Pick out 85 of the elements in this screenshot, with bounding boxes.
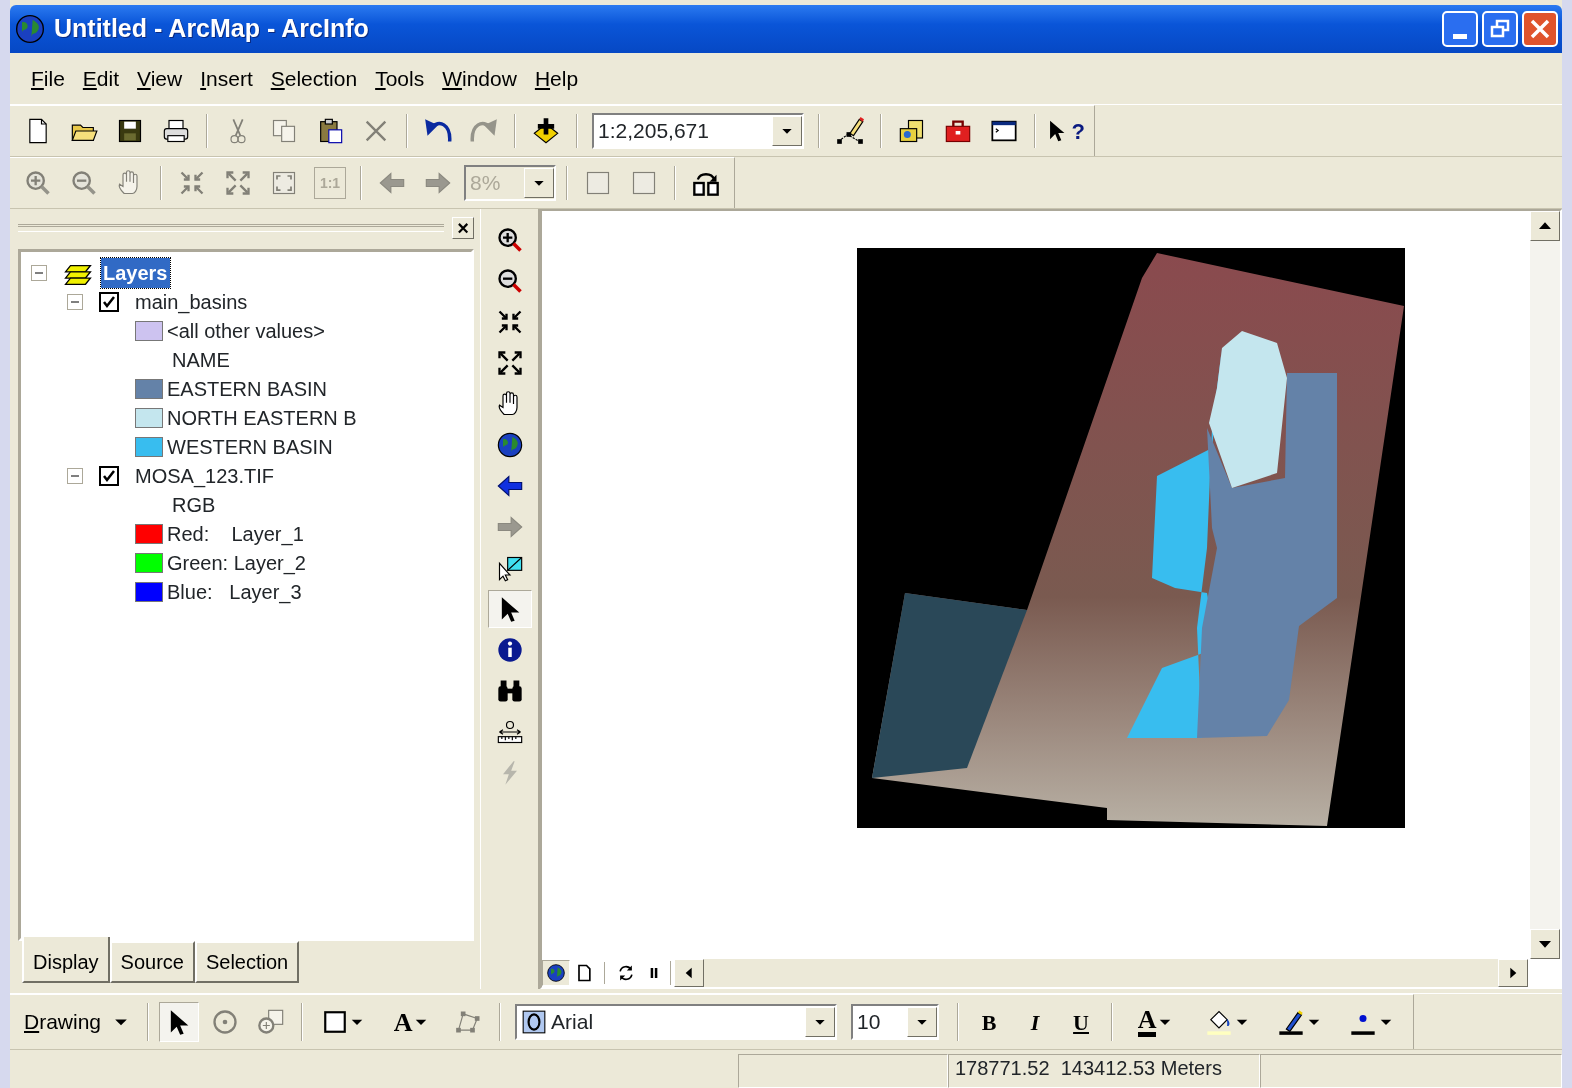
vertex-pencil-icon: [836, 117, 864, 145]
legend-label: Blue: Layer_3: [167, 579, 302, 606]
tab[interactable]: Display: [22, 937, 110, 983]
menu-item[interactable]: Window: [433, 60, 526, 97]
layer-group-label[interactable]: Layers: [101, 257, 170, 288]
menu-item[interactable]: Tools: [366, 60, 434, 97]
layer-checkbox[interactable]: [99, 465, 119, 486]
arrows-outward-icon: [224, 169, 252, 197]
collapse-button[interactable]: [31, 264, 47, 281]
collapse-button[interactable]: [67, 467, 83, 484]
close-icon: [1529, 18, 1551, 40]
zoom-out-icon: [495, 267, 524, 295]
pen-icon: [1277, 1008, 1306, 1036]
redo-icon: [470, 117, 498, 145]
menu-item[interactable]: Edit: [73, 60, 129, 97]
menu-item[interactable]: File: [22, 60, 74, 97]
globe-icon: [495, 431, 524, 459]
layer-checkbox[interactable]: [99, 291, 119, 312]
printer-icon: [162, 117, 190, 145]
scale-dropdown[interactable]: 1:2,205,671: [592, 113, 804, 149]
menu-item[interactable]: View: [128, 60, 192, 97]
square-icon: [584, 169, 612, 197]
legend-label: Red: Layer_1: [167, 521, 304, 548]
tab[interactable]: Source: [109, 941, 195, 983]
legend-heading: RGB: [172, 492, 216, 518]
restore-icon: [1490, 19, 1510, 39]
scroll-right-button[interactable]: [1498, 959, 1528, 987]
font-color-button[interactable]: A: [1123, 1002, 1190, 1042]
minimize-button[interactable]: [1442, 11, 1478, 47]
drawing-menu[interactable]: Drawing: [18, 1006, 138, 1038]
arrows-outward-icon: [495, 349, 524, 377]
legend-label: Green: Layer_2: [167, 550, 306, 577]
paint-bucket-icon: [1205, 1008, 1234, 1036]
ruler-icon: [495, 718, 524, 746]
panel-grip[interactable]: [18, 224, 444, 232]
window-title: Untitled - ArcMap - ArcInfo: [54, 13, 370, 45]
menu-item[interactable]: Selection: [261, 60, 367, 97]
legend-label: NORTH EASTERN B: [167, 405, 357, 431]
layer-name[interactable]: main_basins: [135, 286, 248, 317]
legend-label: <all other values>: [167, 318, 325, 344]
menu-item[interactable]: Insert: [191, 60, 262, 97]
zoom-in-icon: [24, 169, 52, 197]
information-icon: [495, 636, 524, 664]
globe-icon: [546, 963, 566, 983]
font-dropdown[interactable]: Arial: [515, 1004, 838, 1040]
minimize-icon: [1453, 33, 1467, 39]
legend-label: EASTERN BASIN: [167, 376, 328, 402]
close-button[interactable]: [1522, 11, 1558, 47]
legend-label: WESTERN BASIN: [167, 434, 333, 460]
scroll-left-button[interactable]: [674, 959, 704, 987]
add-data-icon: [532, 117, 560, 145]
legend-heading: NAME: [172, 347, 230, 373]
pointer-button[interactable]: [487, 590, 532, 628]
collapse-button[interactable]: [67, 293, 83, 310]
italic-button[interactable]: I: [1015, 1002, 1056, 1042]
rotate-icon: [211, 1008, 240, 1036]
vertical-scrollbar[interactable]: [1530, 211, 1560, 959]
arrows-inward-icon: [178, 169, 206, 197]
close-button[interactable]: ×: [452, 217, 474, 239]
frame-corners-icon: [270, 169, 298, 197]
globe-icon: [14, 13, 46, 45]
font-size-dropdown[interactable]: 10: [851, 1004, 940, 1040]
data-view-button[interactable]: [542, 960, 570, 986]
scroll-down-button[interactable]: [1530, 929, 1560, 959]
horizontal-scrollbar[interactable]: [674, 959, 1528, 987]
help-button[interactable]: ?: [1046, 111, 1086, 151]
zoom-in-icon: [495, 226, 524, 254]
underline-button[interactable]: U: [1061, 1002, 1102, 1042]
rectangle-icon: [322, 1009, 349, 1035]
coordinates-readout: 178771.52 143412.53 Meters: [948, 1054, 1260, 1088]
tab[interactable]: Selection: [194, 941, 300, 983]
pointer-button[interactable]: [159, 1002, 200, 1042]
file-cabinet-icon: [898, 117, 926, 145]
square-icon: [630, 169, 658, 197]
layer-name[interactable]: MOSA_123.TIF: [135, 460, 274, 491]
restore-button[interactable]: [1482, 11, 1518, 47]
undo-icon: [424, 117, 452, 145]
zoom-selected-icon: [257, 1008, 286, 1036]
text-tool-button[interactable]: A: [381, 1002, 444, 1042]
copy-icon: [270, 117, 298, 145]
bold-button[interactable]: B: [969, 1002, 1010, 1042]
scroll-up-button[interactable]: [1530, 211, 1560, 241]
menu-item[interactable]: Help: [525, 60, 588, 97]
zoom-out-icon: [70, 169, 98, 197]
font-icon: [521, 1009, 548, 1035]
